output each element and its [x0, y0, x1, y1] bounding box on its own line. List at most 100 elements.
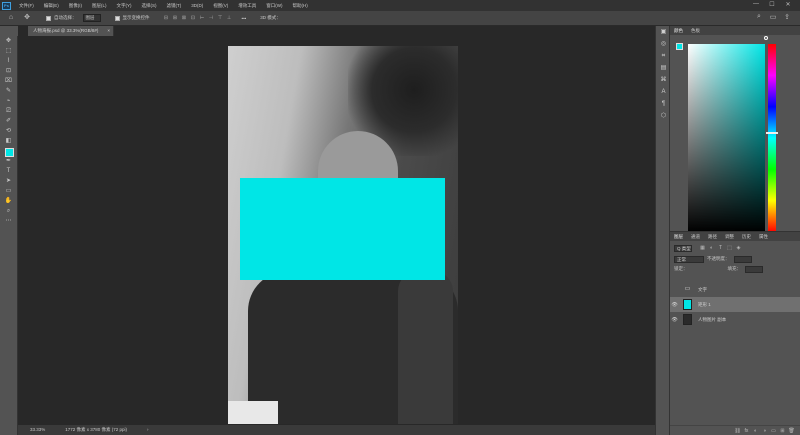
document-tab[interactable]: 人物海报.psd @ 33.3%(RGB/8#) ×	[28, 26, 114, 36]
layer-style-icon[interactable]: fx	[742, 428, 751, 434]
visibility-eye-icon[interactable]: 👁	[670, 317, 679, 323]
color-panel-fg-swatch[interactable]	[676, 43, 683, 50]
auto-select-target-dropdown[interactable]: 图层	[82, 14, 101, 22]
delete-layer-icon[interactable]: 🗑	[787, 428, 796, 434]
swatches-panel-icon[interactable]: ◎	[656, 38, 671, 50]
status-arrow-icon[interactable]: ›	[147, 425, 149, 435]
menu-edit[interactable]: 编辑(E)	[44, 3, 59, 9]
paragraph-panel-icon[interactable]: ¶	[656, 98, 671, 110]
menu-filter[interactable]: 滤镜(T)	[167, 3, 182, 9]
new-group-icon[interactable]: ▭	[769, 428, 778, 434]
shape-filter-icon[interactable]: ⬚	[725, 245, 734, 251]
align-middle-icon[interactable]: ⊢	[198, 15, 207, 21]
align-left-icon[interactable]: ⊟	[162, 15, 171, 21]
hand-tool-icon[interactable]: ✋	[1, 197, 17, 206]
stamp-tool-icon[interactable]: ⎚	[1, 107, 17, 116]
add-mask-icon[interactable]: ◐	[751, 428, 760, 434]
adjustment-filter-icon[interactable]: ◐	[707, 245, 716, 251]
close-tab-icon[interactable]: ×	[107, 26, 110, 36]
menu-plugins[interactable]: 增效工具	[238, 3, 256, 9]
tab-swatches[interactable]: 色板	[691, 28, 700, 34]
layer-row[interactable]: ▭ 文字	[670, 282, 800, 297]
home-icon[interactable]: ⌂	[6, 13, 16, 23]
tab-color[interactable]: 颜色	[674, 28, 683, 34]
workspace-icon[interactable]: ▭	[766, 13, 780, 21]
tab-layers[interactable]: 图层	[674, 234, 683, 240]
properties-panel-icon[interactable]: ⌘	[656, 74, 671, 86]
align-center-icon[interactable]: ⊞	[171, 15, 180, 21]
auto-select-checkbox[interactable]	[46, 15, 51, 21]
history-brush-icon[interactable]: ⟲	[1, 127, 17, 136]
close-icon[interactable]: ✕	[780, 1, 796, 8]
menu-image[interactable]: 图像(I)	[69, 3, 82, 9]
hue-slider[interactable]	[768, 44, 776, 232]
align-right-icon[interactable]: ⊠	[180, 15, 189, 21]
healing-tool-icon[interactable]: ⌁	[1, 97, 17, 106]
eraser-tool-icon[interactable]: ◧	[1, 137, 17, 146]
minimize-icon[interactable]: —	[748, 1, 764, 8]
menu-window[interactable]: 窗口(W)	[266, 3, 282, 9]
blend-mode-dropdown[interactable]: 正常	[674, 255, 704, 263]
saturation-value-picker[interactable]	[688, 44, 765, 232]
move-tool-icon[interactable]: ✥	[1, 37, 17, 46]
tab-adjustments[interactable]: 调整	[725, 234, 734, 240]
maximize-icon[interactable]: ☐	[764, 1, 780, 8]
tab-channels[interactable]: 通道	[691, 234, 700, 240]
color-panel-icon[interactable]: ▣	[656, 26, 671, 38]
distribute-v-icon[interactable]: ⊥	[225, 15, 234, 21]
share-icon[interactable]: ⇪	[780, 13, 794, 21]
frame-tool-icon[interactable]: ⌧	[1, 77, 17, 86]
pen-tool-icon[interactable]: ✒	[1, 157, 17, 166]
tab-history[interactable]: 历史	[742, 234, 751, 240]
crop-tool-icon[interactable]: ⊡	[1, 67, 17, 76]
type-tool-icon[interactable]: T	[1, 167, 17, 176]
adjustments-panel-icon[interactable]: ⌗	[656, 50, 671, 62]
type-filter-icon[interactable]: T	[716, 245, 725, 251]
menu-select[interactable]: 选择(S)	[142, 3, 157, 9]
menu-3d[interactable]: 3D(D)	[191, 3, 203, 9]
blend-row: 正常 不透明度：	[674, 255, 796, 263]
lasso-tool-icon[interactable]: ⌇	[1, 57, 17, 66]
menu-layer[interactable]: 图层(L)	[92, 3, 107, 9]
align-bottom-icon[interactable]: ⊣	[207, 15, 216, 21]
search-icon[interactable]: ⌕	[752, 13, 766, 21]
layer-row[interactable]: 👁 人物图片 副本	[670, 312, 800, 327]
more-options-icon[interactable]: •••	[242, 16, 247, 21]
color-picker-marker[interactable]	[764, 36, 768, 40]
hue-slider-handle[interactable]	[766, 132, 778, 134]
smart-object-filter-icon[interactable]: ◈	[734, 245, 743, 251]
opacity-field[interactable]	[733, 255, 752, 263]
character-panel-icon[interactable]: A	[656, 86, 671, 98]
menu-view[interactable]: 视图(V)	[213, 3, 228, 9]
link-layers-icon[interactable]: ⛓	[733, 428, 742, 434]
visibility-eye-icon[interactable]: 👁	[670, 302, 679, 308]
marquee-tool-icon[interactable]: ⬚	[1, 47, 17, 56]
foreground-color-swatch[interactable]	[5, 148, 14, 157]
new-layer-icon[interactable]: ⊞	[778, 428, 787, 434]
align-top-icon[interactable]: ⊡	[189, 15, 198, 21]
zoom-tool-icon[interactable]: ⌕	[1, 207, 17, 216]
menu-file[interactable]: 文件(F)	[19, 3, 34, 9]
adjustment-layer-icon[interactable]: ◑	[760, 428, 769, 434]
more-tools-icon[interactable]: ⋯	[1, 217, 17, 226]
tab-paths[interactable]: 路径	[708, 234, 717, 240]
eyedropper-tool-icon[interactable]: ✎	[1, 87, 17, 96]
arm-figure	[398, 271, 453, 424]
zoom-level[interactable]: 33.33%	[30, 425, 45, 435]
show-transform-checkbox[interactable]	[114, 15, 120, 21]
fill-field[interactable]	[745, 265, 763, 273]
move-tool-icon[interactable]: ✥	[22, 13, 32, 23]
cyan-rectangle-shape[interactable]	[240, 178, 445, 280]
path-select-icon[interactable]: ➤	[1, 177, 17, 186]
tab-properties[interactable]: 属性	[759, 234, 768, 240]
menu-help[interactable]: 帮助(H)	[293, 3, 308, 9]
pixel-filter-icon[interactable]: ▦	[698, 245, 707, 251]
menu-type[interactable]: 文字(Y)	[117, 3, 132, 9]
rectangle-tool-icon[interactable]: ▭	[1, 187, 17, 196]
distribute-h-icon[interactable]: ⊤	[216, 15, 225, 21]
libraries-panel-icon[interactable]: ▤	[656, 62, 671, 74]
brush-tool-icon[interactable]: ✐	[1, 117, 17, 126]
layer-kind-dropdown[interactable]: Q 类型	[674, 244, 692, 252]
layer-row-selected[interactable]: 👁 矩形 1	[670, 297, 800, 312]
3d-panel-icon[interactable]: ⬡	[656, 110, 671, 122]
